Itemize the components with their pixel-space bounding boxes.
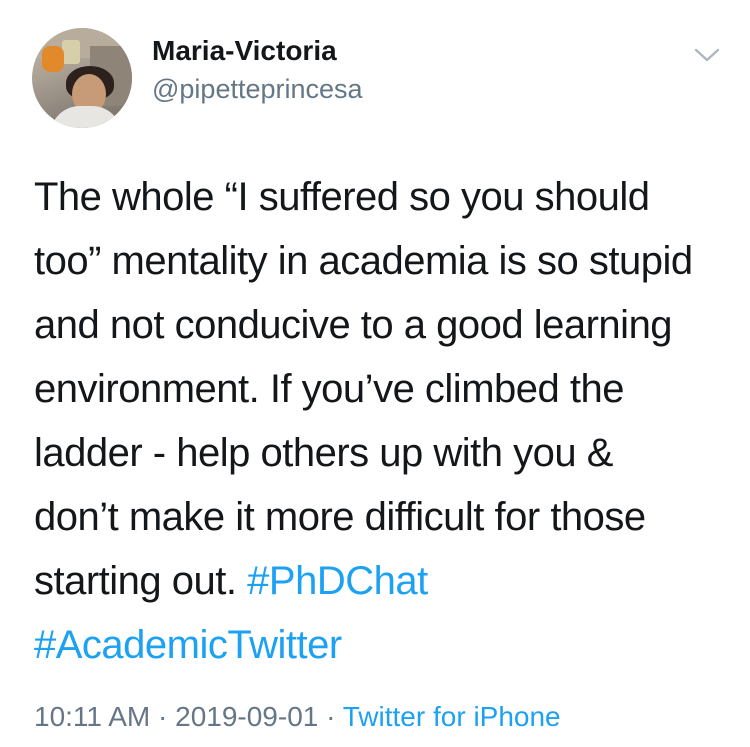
meta-separator: · <box>158 701 168 732</box>
tweet: Maria-Victoria @pipetteprincesa The whol… <box>0 0 750 747</box>
tweet-text-fragment: starting out. <box>34 559 237 603</box>
hashtag-link[interactable]: #AcademicTwitter <box>34 623 342 667</box>
tweet-date[interactable]: 2019-09-01 <box>175 701 318 732</box>
tweet-text-line: too” mentality in academia is so stupid <box>34 239 693 283</box>
hashtag-link[interactable]: #PhDChat <box>247 559 428 603</box>
tweet-text-line: don’t make it more difficult for those <box>34 495 646 539</box>
meta-separator: · <box>326 701 336 732</box>
chevron-down-icon[interactable] <box>692 40 722 70</box>
user-handle[interactable]: @pipetteprincesa <box>152 72 363 106</box>
tweet-text-line: and not conducive to a good learning <box>34 303 673 347</box>
tweet-time[interactable]: 10:11 AM <box>34 701 150 732</box>
tweet-text-line: ladder - help others up with you & <box>34 431 613 475</box>
display-name[interactable]: Maria-Victoria <box>152 34 363 68</box>
tweet-meta: 10:11 AM · 2019-09-01 · Twitter for iPho… <box>34 700 561 734</box>
user-names[interactable]: Maria-Victoria @pipetteprincesa <box>152 34 363 106</box>
tweet-text-line: The whole “I suffered so you should <box>34 175 650 219</box>
tweet-text-line: #AcademicTwitter <box>34 613 734 677</box>
tweet-source-link[interactable]: Twitter for iPhone <box>343 701 561 732</box>
tweet-text: The whole “I suffered so you should too”… <box>34 165 734 677</box>
avatar[interactable] <box>32 28 132 128</box>
tweet-text-line: starting out. #PhDChat <box>34 549 734 613</box>
tweet-text-line: environment. If you’ve climbed the <box>34 367 624 411</box>
